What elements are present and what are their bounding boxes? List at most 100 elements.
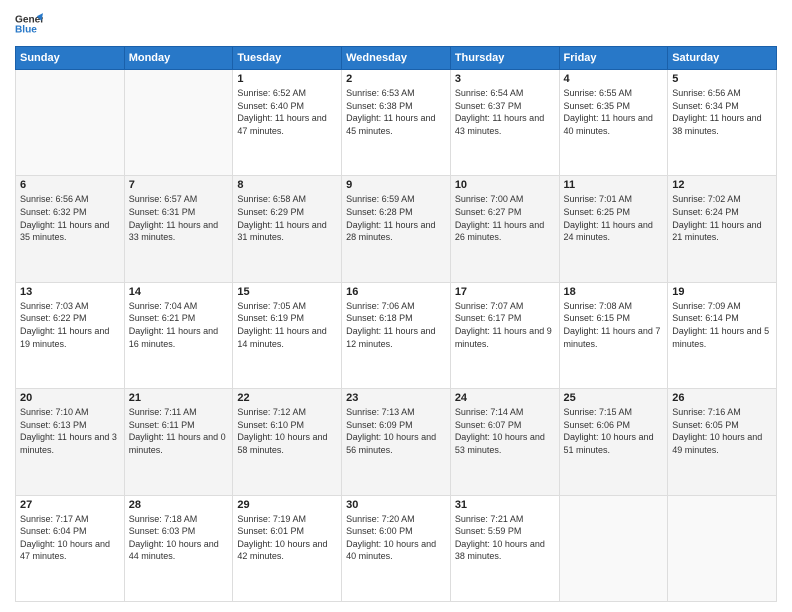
day-number: 21: [129, 392, 229, 404]
calendar-cell: 12 Sunrise: 7:02 AM Sunset: 6:24 PM Dayli…: [668, 176, 777, 282]
calendar-cell: 29 Sunrise: 7:19 AM Sunset: 6:01 PM Dayli…: [233, 495, 342, 601]
calendar-cell: 20 Sunrise: 7:10 AM Sunset: 6:13 PM Dayli…: [16, 389, 125, 495]
day-number: 27: [20, 499, 120, 511]
day-info: Sunrise: 7:11 AM Sunset: 6:11 PM Dayligh…: [129, 406, 229, 456]
weekday-header: Monday: [124, 47, 233, 70]
day-number: 23: [346, 392, 446, 404]
day-info: Sunrise: 7:08 AM Sunset: 6:15 PM Dayligh…: [564, 300, 664, 350]
weekday-header: Sunday: [16, 47, 125, 70]
logo-icon: General Blue: [15, 10, 43, 38]
calendar-cell: 16Sunrise: 7:06 AM Sunset: 6:18 PM Dayli…: [342, 282, 451, 388]
day-info: Sunrise: 6:56 AM Sunset: 6:32 PM Dayligh…: [20, 193, 120, 243]
calendar-cell: 31 Sunrise: 7:21 AM Sunset: 5:59 PM Dayli…: [450, 495, 559, 601]
calendar-cell: 3 Sunrise: 6:54 AM Sunset: 6:37 PM Daylig…: [450, 70, 559, 176]
day-number: 13: [20, 286, 120, 298]
calendar-cell: [668, 495, 777, 601]
calendar-cell: 23 Sunrise: 7:13 AM Sunset: 6:09 PM Dayli…: [342, 389, 451, 495]
calendar-cell: 27 Sunrise: 7:17 AM Sunset: 6:04 PM Dayli…: [16, 495, 125, 601]
calendar-cell: 5 Sunrise: 6:56 AM Sunset: 6:34 PM Daylig…: [668, 70, 777, 176]
day-info: Sunrise: 6:57 AM Sunset: 6:31 PM Dayligh…: [129, 193, 229, 243]
day-number: 26: [672, 392, 772, 404]
weekday-header-row: SundayMondayTuesdayWednesdayThursdayFrid…: [16, 47, 777, 70]
calendar-cell: 8 Sunrise: 6:58 AM Sunset: 6:29 PM Daylig…: [233, 176, 342, 282]
calendar-cell: 25 Sunrise: 7:15 AM Sunset: 6:06 PM Dayli…: [559, 389, 668, 495]
calendar-cell: 18 Sunrise: 7:08 AM Sunset: 6:15 PM Dayli…: [559, 282, 668, 388]
day-number: 14: [129, 286, 229, 298]
day-number: 20: [20, 392, 120, 404]
page: General Blue SundayMondayTuesdayWednesda…: [0, 0, 792, 612]
weekday-header: Tuesday: [233, 47, 342, 70]
day-number: 25: [564, 392, 664, 404]
day-number: 5: [672, 73, 772, 85]
logo: General Blue: [15, 10, 43, 38]
day-info: Sunrise: 7:06 AM Sunset: 6:18 PM Dayligh…: [346, 300, 446, 350]
day-number: 10: [455, 179, 555, 191]
day-info: Sunrise: 6:59 AM Sunset: 6:28 PM Dayligh…: [346, 193, 446, 243]
day-number: 30: [346, 499, 446, 511]
day-number: 11: [564, 179, 664, 191]
day-info: Sunrise: 7:21 AM Sunset: 5:59 PM Dayligh…: [455, 513, 555, 563]
calendar-cell: 30 Sunrise: 7:20 AM Sunset: 6:00 PM Dayli…: [342, 495, 451, 601]
calendar-cell: 9 Sunrise: 6:59 AM Sunset: 6:28 PM Daylig…: [342, 176, 451, 282]
calendar-cell: 2 Sunrise: 6:53 AM Sunset: 6:38 PM Daylig…: [342, 70, 451, 176]
day-number: 31: [455, 499, 555, 511]
day-info: Sunrise: 7:01 AM Sunset: 6:25 PM Dayligh…: [564, 193, 664, 243]
calendar: SundayMondayTuesdayWednesdayThursdayFrid…: [15, 46, 777, 602]
calendar-cell: [124, 70, 233, 176]
day-info: Sunrise: 7:19 AM Sunset: 6:01 PM Dayligh…: [237, 513, 337, 563]
day-info: Sunrise: 7:02 AM Sunset: 6:24 PM Dayligh…: [672, 193, 772, 243]
calendar-week-row: 20 Sunrise: 7:10 AM Sunset: 6:13 PM Dayli…: [16, 389, 777, 495]
day-info: Sunrise: 7:12 AM Sunset: 6:10 PM Dayligh…: [237, 406, 337, 456]
calendar-cell: 17 Sunrise: 7:07 AM Sunset: 6:17 PM Dayli…: [450, 282, 559, 388]
day-info: Sunrise: 7:17 AM Sunset: 6:04 PM Dayligh…: [20, 513, 120, 563]
day-info: Sunrise: 6:58 AM Sunset: 6:29 PM Dayligh…: [237, 193, 337, 243]
day-info: Sunrise: 7:20 AM Sunset: 6:00 PM Dayligh…: [346, 513, 446, 563]
day-info: Sunrise: 7:10 AM Sunset: 6:13 PM Dayligh…: [20, 406, 120, 456]
calendar-cell: 13 Sunrise: 7:03 AM Sunset: 6:22 PM Dayli…: [16, 282, 125, 388]
day-number: 29: [237, 499, 337, 511]
calendar-cell: 28 Sunrise: 7:18 AM Sunset: 6:03 PM Dayli…: [124, 495, 233, 601]
calendar-cell: 15Sunrise: 7:05 AM Sunset: 6:19 PM Dayli…: [233, 282, 342, 388]
day-number: 9: [346, 179, 446, 191]
calendar-cell: 26 Sunrise: 7:16 AM Sunset: 6:05 PM Dayli…: [668, 389, 777, 495]
day-info: Sunrise: 7:16 AM Sunset: 6:05 PM Dayligh…: [672, 406, 772, 456]
day-info: Sunrise: 7:15 AM Sunset: 6:06 PM Dayligh…: [564, 406, 664, 456]
day-number: 8: [237, 179, 337, 191]
day-info: Sunrise: 6:53 AM Sunset: 6:38 PM Dayligh…: [346, 87, 446, 137]
calendar-week-row: 1Sunrise: 6:52 AM Sunset: 6:40 PM Daylig…: [16, 70, 777, 176]
day-number: 15: [237, 286, 337, 298]
day-number: 19: [672, 286, 772, 298]
weekday-header: Thursday: [450, 47, 559, 70]
day-number: 24: [455, 392, 555, 404]
calendar-cell: 10 Sunrise: 7:00 AM Sunset: 6:27 PM Dayli…: [450, 176, 559, 282]
weekday-header: Friday: [559, 47, 668, 70]
day-info: Sunrise: 6:56 AM Sunset: 6:34 PM Dayligh…: [672, 87, 772, 137]
header: General Blue: [15, 10, 777, 38]
day-info: Sunrise: 7:14 AM Sunset: 6:07 PM Dayligh…: [455, 406, 555, 456]
calendar-cell: 7Sunrise: 6:57 AM Sunset: 6:31 PM Daylig…: [124, 176, 233, 282]
calendar-cell: 14Sunrise: 7:04 AM Sunset: 6:21 PM Dayli…: [124, 282, 233, 388]
day-info: Sunrise: 7:03 AM Sunset: 6:22 PM Dayligh…: [20, 300, 120, 350]
calendar-cell: [16, 70, 125, 176]
day-info: Sunrise: 6:54 AM Sunset: 6:37 PM Dayligh…: [455, 87, 555, 137]
day-info: Sunrise: 7:13 AM Sunset: 6:09 PM Dayligh…: [346, 406, 446, 456]
svg-text:Blue: Blue: [15, 25, 37, 36]
day-number: 28: [129, 499, 229, 511]
weekday-header: Saturday: [668, 47, 777, 70]
day-number: 17: [455, 286, 555, 298]
day-number: 18: [564, 286, 664, 298]
calendar-cell: 1Sunrise: 6:52 AM Sunset: 6:40 PM Daylig…: [233, 70, 342, 176]
calendar-week-row: 6 Sunrise: 6:56 AM Sunset: 6:32 PM Daylig…: [16, 176, 777, 282]
calendar-cell: 24 Sunrise: 7:14 AM Sunset: 6:07 PM Dayli…: [450, 389, 559, 495]
calendar-cell: 19Sunrise: 7:09 AM Sunset: 6:14 PM Dayli…: [668, 282, 777, 388]
day-number: 2: [346, 73, 446, 85]
day-number: 3: [455, 73, 555, 85]
day-info: Sunrise: 7:00 AM Sunset: 6:27 PM Dayligh…: [455, 193, 555, 243]
calendar-cell: 4Sunrise: 6:55 AM Sunset: 6:35 PM Daylig…: [559, 70, 668, 176]
calendar-cell: 11 Sunrise: 7:01 AM Sunset: 6:25 PM Dayli…: [559, 176, 668, 282]
day-number: 6: [20, 179, 120, 191]
day-info: Sunrise: 7:07 AM Sunset: 6:17 PM Dayligh…: [455, 300, 555, 350]
day-number: 12: [672, 179, 772, 191]
day-info: Sunrise: 7:18 AM Sunset: 6:03 PM Dayligh…: [129, 513, 229, 563]
calendar-cell: 22Sunrise: 7:12 AM Sunset: 6:10 PM Dayli…: [233, 389, 342, 495]
